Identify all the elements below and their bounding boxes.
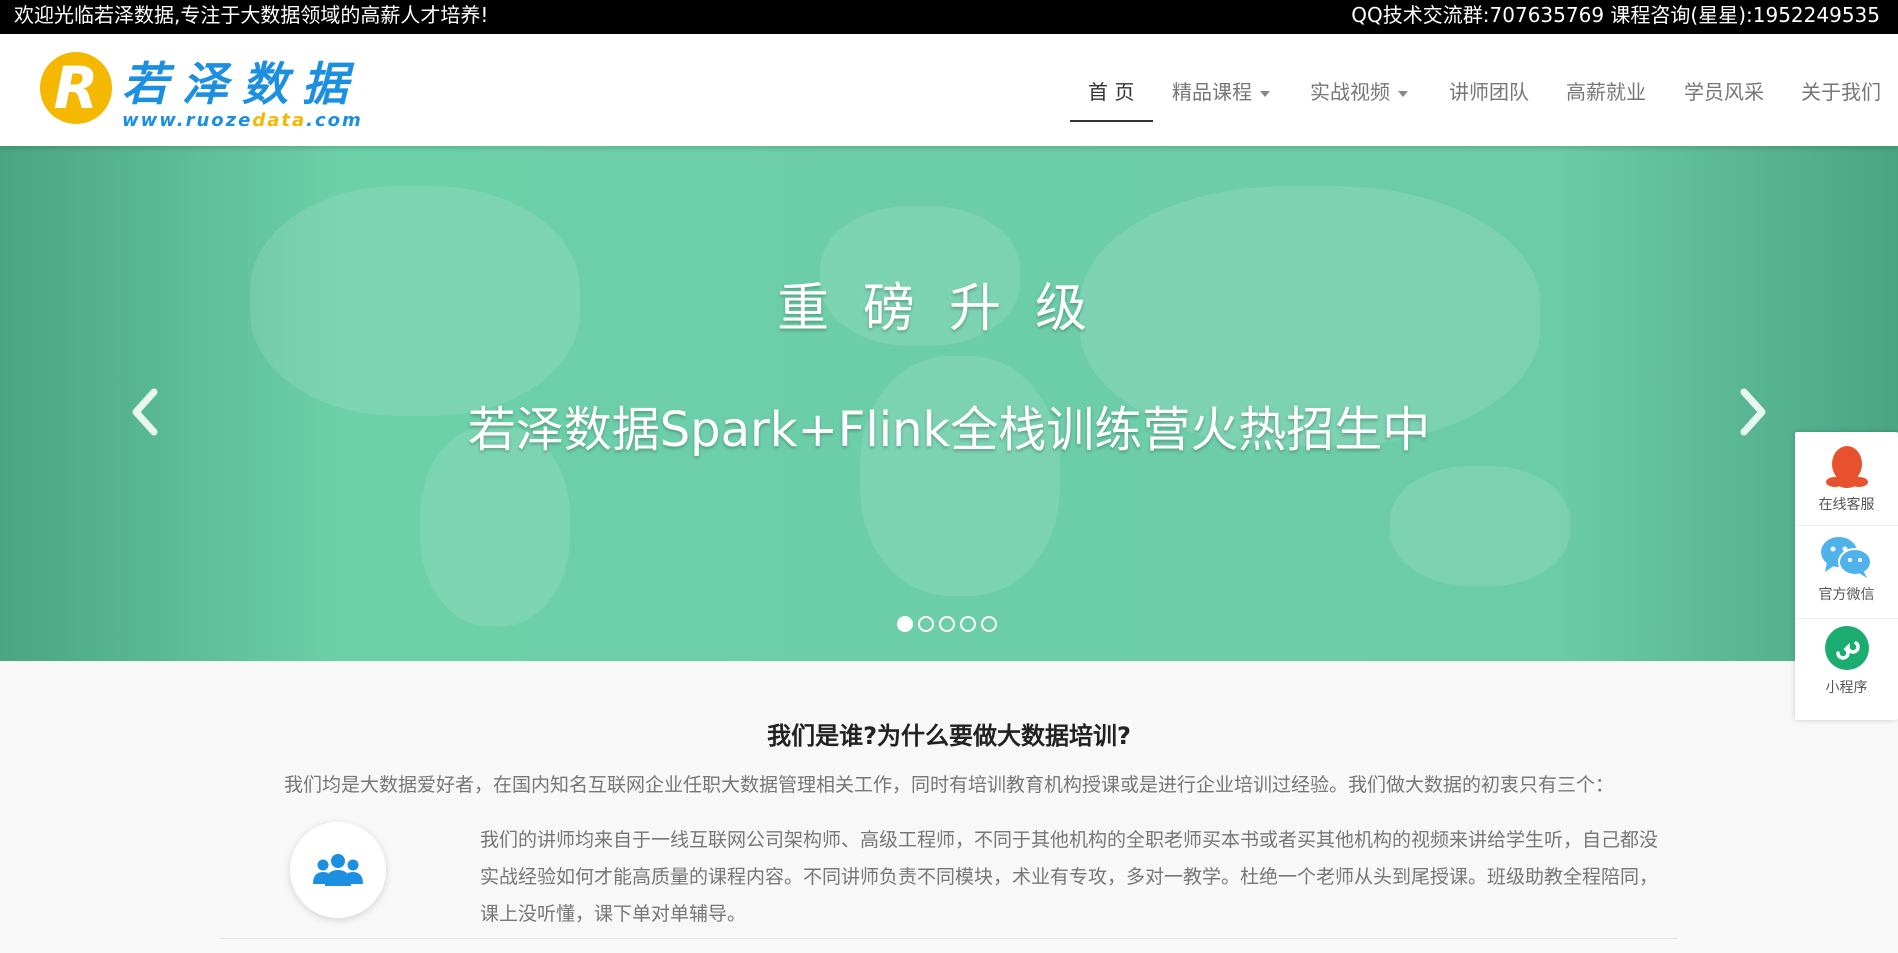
banner-subtitle: 若泽数据Spark+Flink全栈训练营火热招生中 [467,402,1431,458]
nav-home-label: 首 页 [1088,80,1135,104]
floating-contact-panel: 在线客服 官方微信 小程序 [1795,432,1898,720]
logo-url-highlight: data [252,110,307,131]
wechat-button[interactable]: 官方微信 [1795,525,1898,618]
logo-url: www.ruozedata.com [122,110,363,131]
carousel-dot[interactable] [897,616,913,632]
carousel-dot[interactable] [918,616,934,632]
mini-program-button[interactable]: 小程序 [1795,618,1898,719]
nav-videos[interactable]: 实战视频 [1310,76,1408,105]
online-service-label: 在线客服 [1818,497,1875,513]
mini-program-icon [1825,626,1869,670]
caret-down-icon [1398,90,1408,97]
hero-carousel[interactable]: 重磅升级 若泽数据Spark+Flink全栈训练营火热招生中 [0,146,1898,661]
logo-name: 若泽数据 [122,57,362,111]
feature-text-teachers: 我们的讲师均来自于一线互联网公司架构师、高级工程师，不同于其他机构的全职老师买本… [480,829,1659,925]
qq-penguin-icon [1826,446,1868,488]
welcome-text: 欢迎光临若泽数据,专注于大数据领域的高薪人才培养! [14,3,489,27]
feature-icon-circle [290,822,386,918]
carousel-next-arrow-icon[interactable] [1736,386,1770,438]
team-icon [313,854,363,886]
carousel-prev-arrow-icon[interactable] [128,386,162,438]
carousel-dot[interactable] [981,616,997,632]
nav-active-underline [1070,120,1153,122]
intro-description: 我们均是大数据爱好者，在国内知名互联网企业任职大数据管理相关工作，同时有培训教育… [283,774,1614,796]
top-info-bar: 欢迎光临若泽数据,专注于大数据领域的高薪人才培养! QQ技术交流群:707635… [0,0,1898,34]
nav-jobs-label: 高薪就业 [1566,80,1646,104]
contact-text: QQ技术交流群:707635769 课程咨询(星星):1952249535 [1351,3,1880,27]
nav-courses-label: 精品课程 [1172,80,1252,104]
nav-about-label: 关于我们 [1801,80,1881,104]
nav-home[interactable]: 首 页 [1088,76,1134,105]
mini-program-label: 小程序 [1825,680,1868,696]
nav-courses[interactable]: 精品课程 [1172,76,1270,105]
nav-videos-label: 实战视频 [1310,80,1390,104]
nav-students-label: 学员风采 [1684,80,1764,104]
caret-down-icon [1260,90,1270,97]
wechat-icon [1821,537,1872,578]
site-header: R 若泽数据 www.ruozedata.com 首 页 精品课程 实战视频 讲… [0,34,1898,146]
logo-url-suffix: .com [306,110,363,131]
logo-badge-icon: R [40,52,112,124]
nav-jobs[interactable]: 高薪就业 [1566,76,1646,105]
nav-teachers[interactable]: 讲师团队 [1449,76,1529,105]
site-logo[interactable]: R 若泽数据 www.ruozedata.com [40,52,370,142]
nav-teachers-label: 讲师团队 [1449,80,1529,104]
banner-title: 重磅升级 [776,279,1121,339]
logo-url-prefix: www.ruoze [122,110,253,131]
map-continent-australia [1390,466,1570,586]
carousel-dot[interactable] [939,616,955,632]
intro-title: 我们是谁?为什么要做大数据培训? [767,722,1131,750]
wechat-label: 官方微信 [1818,587,1875,603]
carousel-dot[interactable] [960,616,976,632]
section-divider [220,938,1678,939]
nav-students[interactable]: 学员风采 [1684,76,1764,105]
nav-about[interactable]: 关于我们 [1801,76,1881,105]
online-service-button[interactable]: 在线客服 [1795,432,1898,524]
